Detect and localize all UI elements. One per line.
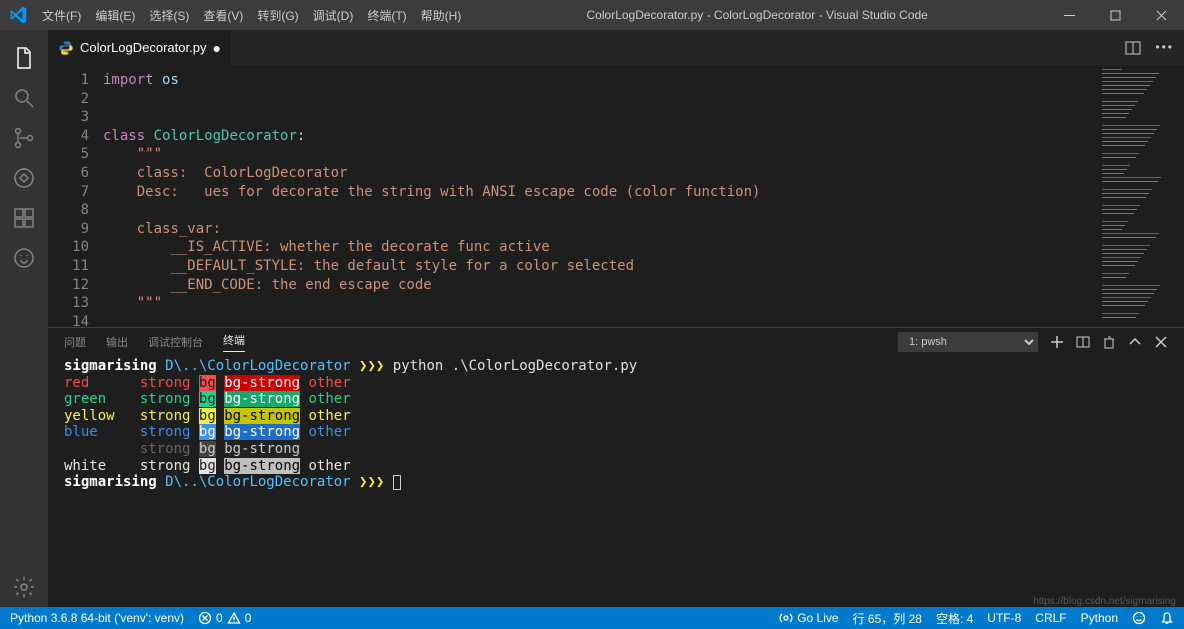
window-title: ColorLogDecorator.py - ColorLogDecorator… bbox=[468, 8, 1046, 22]
menu-debug[interactable]: 调试(D) bbox=[306, 7, 361, 24]
code-editor[interactable]: import os class ColorLogDecorator: """ c… bbox=[103, 65, 1096, 327]
menu-file[interactable]: 文件(F) bbox=[35, 7, 88, 24]
menu-bar: 文件(F) 编辑(E) 选择(S) 查看(V) 转到(G) 调试(D) 终端(T… bbox=[35, 7, 468, 24]
more-actions-icon[interactable]: ••• bbox=[1155, 40, 1174, 56]
activity-bar bbox=[0, 30, 48, 607]
status-bell-icon[interactable] bbox=[1160, 611, 1174, 625]
activity-search-icon[interactable] bbox=[0, 78, 48, 118]
menu-help[interactable]: 帮助(H) bbox=[414, 7, 469, 24]
editor-tabs: ColorLogDecorator.py ● ••• bbox=[48, 30, 1184, 65]
watermark: https://blog.csdn.net/sigmarising bbox=[1033, 596, 1176, 607]
menu-terminal[interactable]: 终端(T) bbox=[360, 7, 413, 24]
status-spaces[interactable]: 空格: 4 bbox=[936, 610, 973, 627]
new-terminal-icon[interactable] bbox=[1050, 335, 1064, 349]
bottom-panel: 问题 输出 调试控制台 终端 1: pwsh sigmarising D\..\… bbox=[48, 327, 1184, 607]
editor-tab-active[interactable]: ColorLogDecorator.py ● bbox=[48, 30, 232, 65]
activity-settings-icon[interactable] bbox=[0, 567, 48, 607]
menu-goto[interactable]: 转到(G) bbox=[250, 7, 305, 24]
status-problems[interactable]: 0 0 bbox=[198, 611, 251, 625]
panel-tab-debugconsole[interactable]: 调试控制台 bbox=[148, 334, 203, 350]
window-minimize-button[interactable] bbox=[1046, 0, 1092, 30]
panel-close-icon[interactable] bbox=[1154, 335, 1168, 349]
activity-extensions-icon[interactable] bbox=[0, 198, 48, 238]
vscode-logo-icon bbox=[0, 6, 35, 24]
window-maximize-button[interactable] bbox=[1092, 0, 1138, 30]
split-editor-icon[interactable] bbox=[1125, 40, 1141, 56]
status-eol[interactable]: CRLF bbox=[1035, 611, 1066, 625]
status-feedback-icon[interactable] bbox=[1132, 611, 1146, 625]
status-linecol[interactable]: 行 65，列 28 bbox=[853, 610, 922, 627]
status-lang[interactable]: Python bbox=[1081, 611, 1118, 625]
python-file-icon bbox=[58, 40, 74, 56]
status-encoding[interactable]: UTF-8 bbox=[987, 611, 1021, 625]
menu-select[interactable]: 选择(S) bbox=[142, 7, 196, 24]
window-close-button[interactable] bbox=[1138, 0, 1184, 30]
panel-tab-problems[interactable]: 问题 bbox=[64, 334, 86, 350]
dirty-indicator-icon: ● bbox=[212, 40, 220, 56]
status-golive[interactable]: Go Live bbox=[779, 611, 838, 625]
menu-edit[interactable]: 编辑(E) bbox=[88, 7, 142, 24]
activity-docker-icon[interactable] bbox=[0, 238, 48, 278]
menu-view[interactable]: 查看(V) bbox=[196, 7, 250, 24]
activity-debug-icon[interactable] bbox=[0, 158, 48, 198]
status-bar: Python 3.6.8 64-bit ('venv': venv) 0 0 G… bbox=[0, 607, 1184, 629]
status-python[interactable]: Python 3.6.8 64-bit ('venv': venv) bbox=[10, 611, 184, 625]
editor-tab-filename: ColorLogDecorator.py bbox=[80, 40, 206, 55]
panel-maximize-icon[interactable] bbox=[1128, 335, 1142, 349]
terminal-content[interactable]: sigmarising D\..\ColorLogDecorator ❯❯❯ p… bbox=[48, 356, 1184, 607]
split-terminal-icon[interactable] bbox=[1076, 335, 1090, 349]
activity-scm-icon[interactable] bbox=[0, 118, 48, 158]
status-error-count: 0 bbox=[216, 611, 223, 625]
panel-tab-terminal[interactable]: 终端 bbox=[223, 332, 245, 352]
line-number-gutter: 1234567891011121314 bbox=[48, 65, 103, 327]
panel-tab-output[interactable]: 输出 bbox=[106, 334, 128, 350]
kill-terminal-icon[interactable] bbox=[1102, 335, 1116, 349]
terminal-selector[interactable]: 1: pwsh bbox=[898, 332, 1038, 352]
minimap[interactable] bbox=[1096, 65, 1184, 327]
status-warning-count: 0 bbox=[245, 611, 252, 625]
activity-explorer-icon[interactable] bbox=[0, 38, 48, 78]
titlebar: 文件(F) 编辑(E) 选择(S) 查看(V) 转到(G) 调试(D) 终端(T… bbox=[0, 0, 1184, 30]
